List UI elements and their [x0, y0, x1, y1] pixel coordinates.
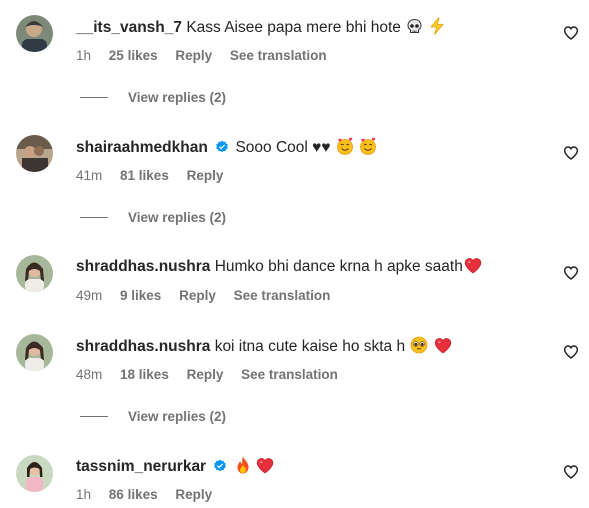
comment-meta: 48m 18 likes Reply See translation [76, 366, 352, 384]
view-replies-button[interactable]: View replies (2) [80, 89, 226, 107]
red-heart-emoji [434, 337, 452, 360]
like-heart-icon[interactable] [563, 344, 579, 360]
comment-text: Sooo Cool ♥♥ [235, 139, 331, 156]
like-heart-icon[interactable] [563, 145, 579, 161]
username[interactable]: tassnim_nerurkar [76, 458, 206, 475]
username[interactable]: shairaahmedkhan [76, 139, 208, 156]
avatar[interactable] [16, 334, 53, 371]
likes-count[interactable]: 81 likes [120, 168, 169, 183]
verified-badge-icon [215, 140, 229, 160]
smiling-face-with-hearts-emoji [336, 137, 354, 161]
comment-text: Kass Aisee papa mere bhi hote [186, 19, 401, 36]
red-heart-emoji [256, 457, 274, 480]
see-translation-link[interactable]: See translation [230, 48, 327, 63]
comment-meta: 1h 86 likes Reply [76, 486, 226, 504]
comment-meta: 1h 25 likes Reply See translation [76, 47, 341, 65]
comment-meta: 49m 9 likes Reply See translation [76, 287, 344, 305]
avatar[interactable] [16, 15, 53, 52]
likes-count[interactable]: 9 likes [120, 288, 161, 303]
pleading-face-emoji [410, 336, 428, 360]
username[interactable]: __its_vansh_7 [76, 19, 182, 36]
reply-button[interactable]: Reply [175, 48, 212, 63]
avatar[interactable] [16, 455, 53, 492]
comment-line: shairaahmedkhan Sooo Cool ♥♥ [76, 137, 377, 161]
red-heart-emoji [464, 257, 482, 280]
like-heart-icon[interactable] [563, 265, 579, 281]
reply-button[interactable]: Reply [179, 288, 216, 303]
comment-time: 41m [76, 168, 103, 183]
comment-line: shraddhas.nushra Humko bhi dance krna h … [76, 257, 482, 280]
replies-divider [80, 416, 108, 417]
replies-divider [80, 97, 108, 98]
comment-time: 48m [76, 367, 103, 382]
see-translation-link[interactable]: See translation [241, 367, 338, 382]
username[interactable]: shraddhas.nushra [76, 258, 210, 275]
comment-time: 1h [76, 48, 92, 63]
avatar[interactable] [16, 255, 53, 292]
comment-line: tassnim_nerurkar [76, 456, 274, 480]
comment-text: koi itna cute kaise ho skta h [214, 338, 406, 355]
lightning-emoji [429, 17, 445, 41]
skull-emoji [406, 18, 423, 41]
reply-button[interactable]: Reply [175, 487, 212, 502]
view-replies-button[interactable]: View replies (2) [80, 209, 226, 227]
username[interactable]: shraddhas.nushra [76, 338, 210, 355]
avatar[interactable] [16, 135, 53, 172]
verified-badge-icon [213, 459, 227, 479]
like-heart-icon[interactable] [563, 464, 579, 480]
comment-text: Humko bhi dance krna h apke saath [214, 258, 463, 275]
like-heart-icon[interactable] [563, 25, 579, 41]
smiling-face-with-hearts-emoji [359, 137, 377, 161]
see-translation-link[interactable]: See translation [234, 288, 331, 303]
comment-time: 49m [76, 288, 103, 303]
replies-divider [80, 217, 108, 218]
comment-meta: 41m 81 likes Reply [76, 167, 237, 185]
reply-button[interactable]: Reply [187, 367, 224, 382]
comment-line: shraddhas.nushra koi itna cute kaise ho … [76, 336, 452, 360]
view-replies-button[interactable]: View replies (2) [80, 408, 226, 426]
reply-button[interactable]: Reply [187, 168, 224, 183]
likes-count[interactable]: 18 likes [120, 367, 169, 382]
likes-count[interactable]: 25 likes [109, 48, 158, 63]
fire-emoji [235, 456, 251, 480]
comment-time: 1h [76, 487, 92, 502]
comment-line: __its_vansh_7 Kass Aisee papa mere bhi h… [76, 17, 445, 41]
likes-count[interactable]: 86 likes [109, 487, 158, 502]
